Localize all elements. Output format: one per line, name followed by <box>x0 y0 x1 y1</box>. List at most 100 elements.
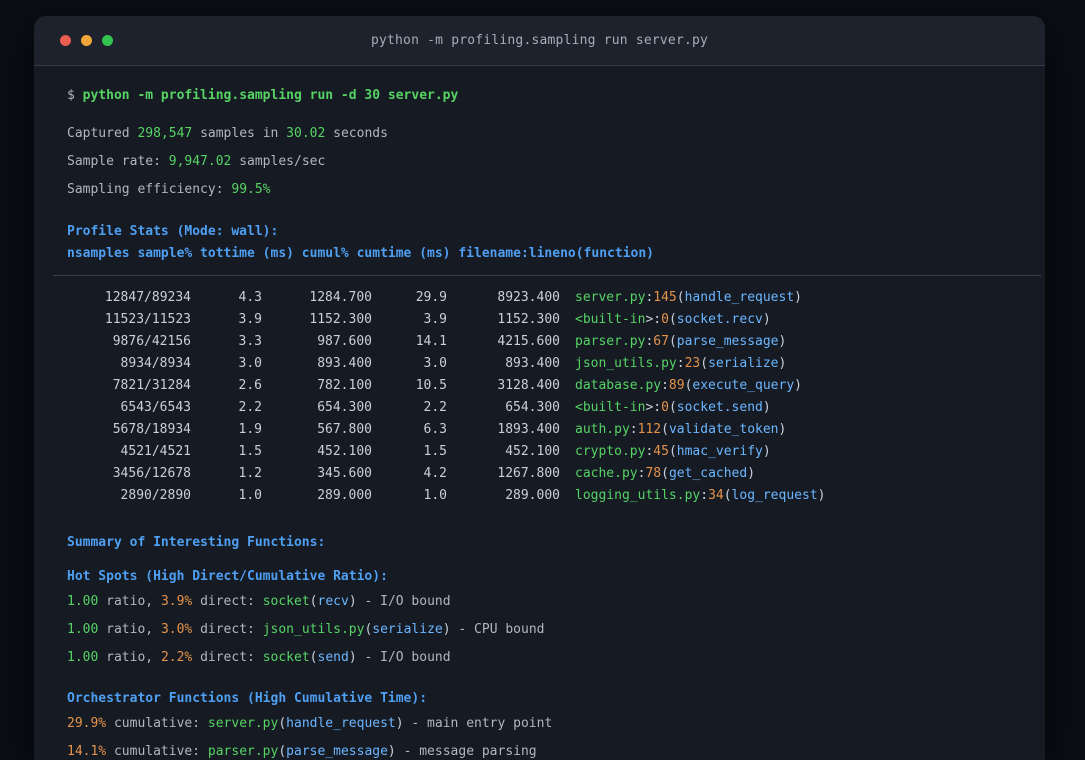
file-name: database.py <box>575 378 662 393</box>
table-row: 2890/2890 1.0 289.000 1.0 289.000 logging_uti… <box>67 485 1021 507</box>
cell-function: auth.py:112(validate_token) <box>560 419 1021 441</box>
paren: ( <box>668 444 677 459</box>
cumulative-pct: 14.1% <box>67 744 107 759</box>
paren: ) <box>348 594 357 609</box>
table-row: 9876/42156 3.3 987.600 14.1 4215.600 parser.p… <box>67 331 1021 353</box>
table-row: 11523/11523 3.9 1152.300 3.9 1152.300 <built-… <box>67 309 1021 331</box>
cell-nsamples: 7821/31284 <box>112 378 191 393</box>
cell-function: server.py:145(handle_request) <box>560 287 1021 309</box>
cell-sample-pct: 3.0 <box>238 356 262 371</box>
cumulative-label: cumulative: <box>106 744 208 759</box>
file-name: cache.py <box>575 466 638 481</box>
function-name: send <box>317 650 349 665</box>
table-row: 7821/31284 2.6 782.100 10.5 3128.400 database… <box>67 375 1021 397</box>
ratio-value: 1.00 <box>67 622 99 637</box>
cell-cumul-pct: 6.3 <box>423 422 447 437</box>
cell-tottime: 654.300 <box>317 400 372 415</box>
target-name: server.py <box>207 716 279 731</box>
stat-part: 9,947.02 <box>168 154 232 169</box>
ratio-label: ratio, <box>98 594 161 609</box>
table-row: 8934/8934 3.0 893.400 3.0 893.400 json_utils.… <box>67 353 1021 375</box>
file-name: parser.py <box>575 334 646 349</box>
table-row: 3456/12678 1.2 345.600 4.2 1267.800 cache.py:… <box>67 463 1021 485</box>
separator: : <box>700 488 709 503</box>
summary-heading: Summary of Interesting Functions: <box>67 535 326 550</box>
paren: ) <box>794 290 802 305</box>
cell-cumtime: 893.400 <box>505 356 560 371</box>
file-name: <built-in <box>575 400 646 415</box>
orchestrators-list: 29.9% cumulative: server.py(handle_reque… <box>67 713 1021 760</box>
paren: ( <box>309 594 318 609</box>
separator: : <box>629 422 638 437</box>
cell-function: <built-in>:0(socket.send) <box>560 397 1021 419</box>
stat-part: Captured <box>67 126 138 141</box>
separator: : <box>676 356 685 371</box>
role-note: - main entry point <box>403 716 553 731</box>
paren: ) <box>762 312 771 327</box>
cell-nsamples: 11523/11523 <box>104 312 191 327</box>
target-name: socket <box>262 650 310 665</box>
table-divider <box>53 275 1041 276</box>
cell-function: crypto.py:45(hmac_verify) <box>560 441 1021 463</box>
direct-pct: 3.9% <box>160 594 193 609</box>
direct-pct: 2.2% <box>160 650 193 665</box>
paren: ) <box>395 716 404 731</box>
cell-cumtime: 289.000 <box>505 488 560 503</box>
cumulative-pct: 29.9% <box>67 716 107 731</box>
cell-cumtime: 654.300 <box>505 400 560 415</box>
line-number: 0 <box>661 400 669 415</box>
separator: : <box>653 312 662 327</box>
paren: ) <box>794 378 802 393</box>
paren: ( <box>661 466 669 481</box>
cell-nsamples: 8934/8934 <box>120 356 191 371</box>
cell-cumul-pct: 3.0 <box>423 356 447 371</box>
function-name: recv <box>317 594 349 609</box>
paren: ) <box>387 744 396 759</box>
line-number: 78 <box>645 466 662 481</box>
cell-sample-pct: 1.0 <box>238 488 262 503</box>
function-name: parse_message <box>286 744 388 759</box>
cell-nsamples: 2890/2890 <box>120 488 191 503</box>
paren: ( <box>676 290 685 305</box>
window-title: python -m profiling.sampling run server.… <box>370 33 709 48</box>
line-number: 34 <box>708 488 724 503</box>
function-name: validate_token <box>668 422 779 437</box>
cumulative-label: cumulative: <box>106 716 208 731</box>
line-number: 23 <box>684 356 701 371</box>
stat-line: Sampling efficiency: 99.5% <box>67 179 1021 201</box>
hotspot-line: 1.00 ratio, 2.2% direct: socket(send) - … <box>67 647 1021 669</box>
paren: ) <box>778 334 787 349</box>
stat-part: Sample rate: <box>67 154 169 169</box>
paren: ( <box>661 422 669 437</box>
stat-part: 30.02 <box>286 126 326 141</box>
orchestrators-heading: Orchestrator Functions (High Cumulative … <box>67 691 428 706</box>
target-name: json_utils.py <box>262 622 365 637</box>
function-name: log_request <box>731 488 818 503</box>
paren: ( <box>700 356 709 371</box>
paren: ( <box>668 312 677 327</box>
function-name: get_cached <box>668 466 748 481</box>
paren: ) <box>747 466 756 481</box>
stat-line: Sample rate: 9,947.02 samples/sec <box>67 151 1021 173</box>
cell-cumul-pct: 2.2 <box>423 400 447 415</box>
paren: ) <box>442 622 451 637</box>
cell-tottime: 1152.300 <box>309 312 372 327</box>
stat-part: 99.5% <box>231 182 271 197</box>
cell-sample-pct: 1.2 <box>238 466 262 481</box>
titlebar: python -m profiling.sampling run server.… <box>34 16 1045 66</box>
line-number: 67 <box>653 334 669 349</box>
function-name: socket.send <box>676 400 763 415</box>
direct-pct: 3.0% <box>160 622 193 637</box>
table-row: 4521/4521 1.5 452.100 1.5 452.100 crypto.py:4… <box>67 441 1021 463</box>
stat-part: samples in <box>192 126 287 141</box>
cell-nsamples: 3456/12678 <box>112 466 191 481</box>
line-number: 145 <box>653 290 677 305</box>
cell-cumul-pct: 10.5 <box>415 378 447 393</box>
table-row: 5678/18934 1.9 567.800 6.3 1893.400 auth.py:1… <box>67 419 1021 441</box>
role-note: - message parsing <box>395 744 537 759</box>
cell-nsamples: 12847/89234 <box>104 290 191 305</box>
cell-sample-pct: 4.3 <box>238 290 262 305</box>
function-name: handle_request <box>286 716 396 731</box>
cell-tottime: 345.600 <box>317 466 372 481</box>
file-name: server.py <box>575 290 646 305</box>
